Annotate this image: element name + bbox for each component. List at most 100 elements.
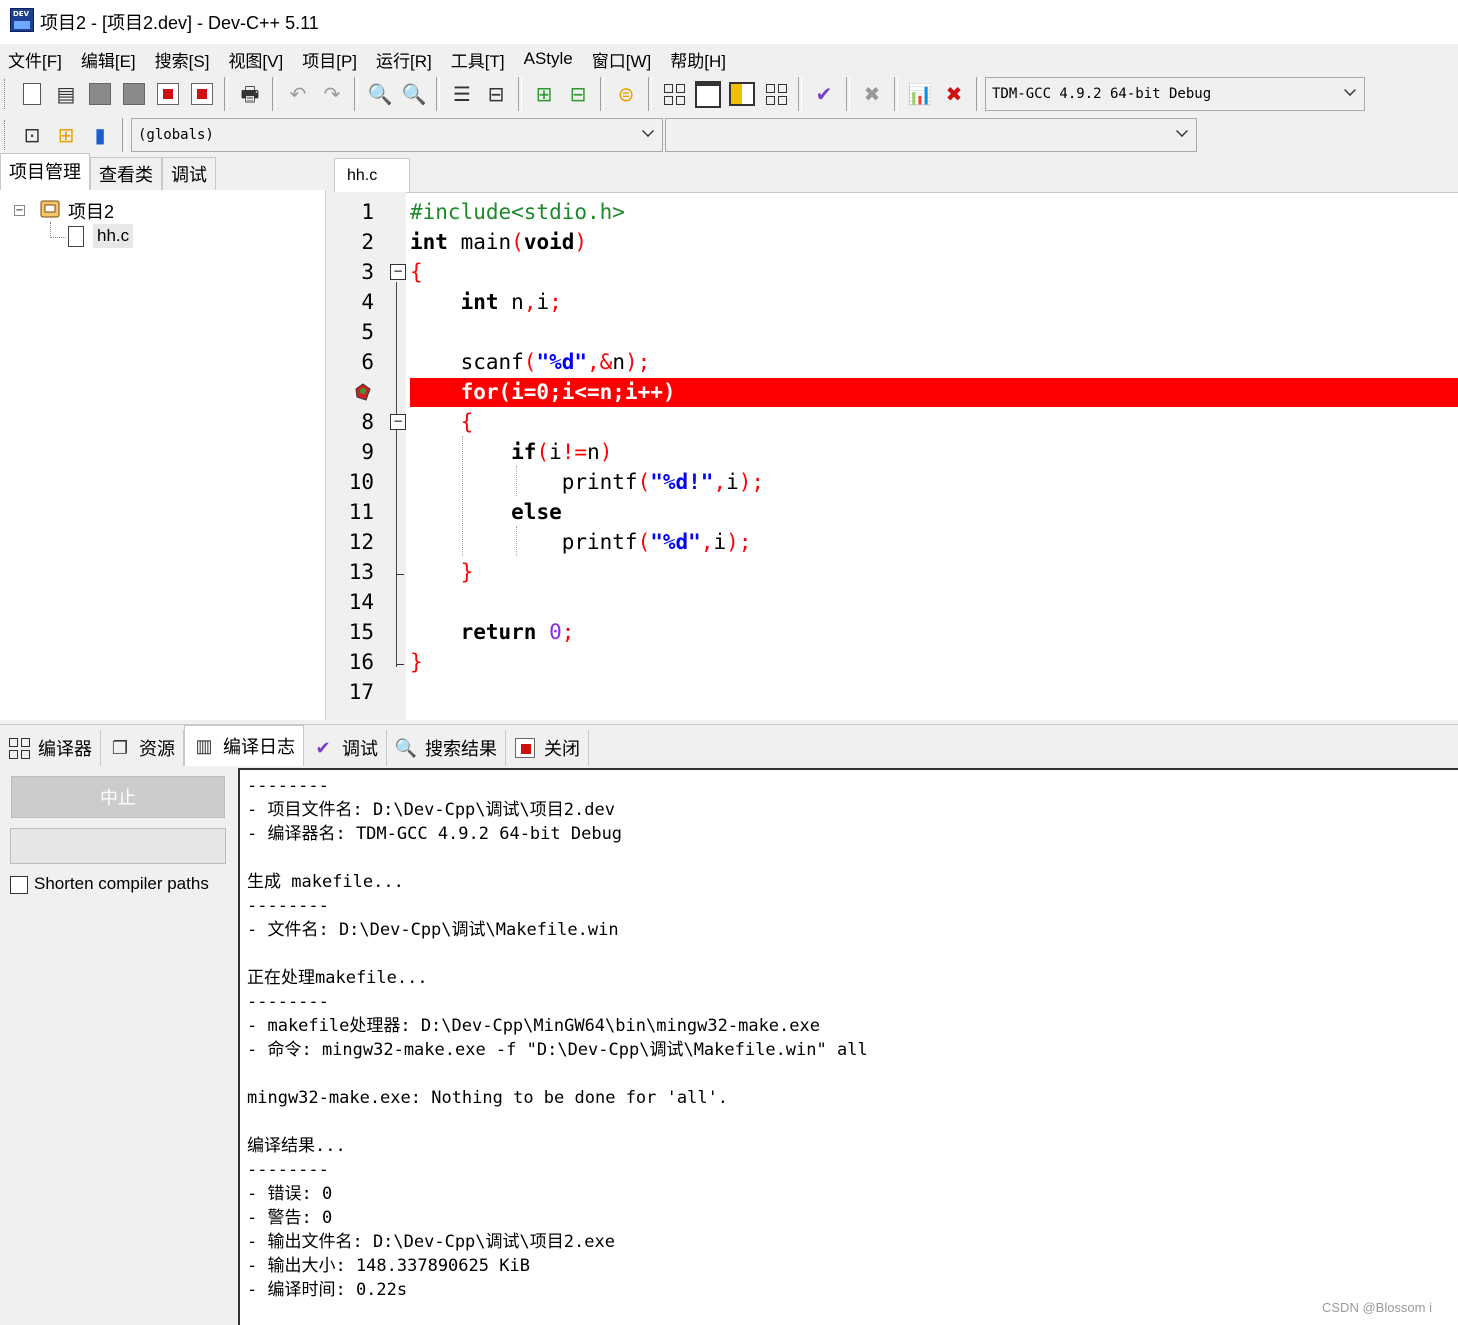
separator	[272, 77, 276, 111]
stop-button[interactable]: 中止	[11, 776, 225, 818]
close-file-button[interactable]	[154, 80, 182, 108]
tree-file-label[interactable]: hh.c	[93, 224, 134, 248]
tab-close-label: 关闭	[544, 739, 580, 759]
print-button[interactable]: 🖶	[236, 80, 264, 108]
compile-run-icon	[729, 82, 755, 106]
debug-button[interactable]: ✔	[810, 80, 838, 108]
tab-close[interactable]: 关闭	[506, 730, 589, 766]
delete-chart-icon: ✖	[945, 82, 963, 106]
scope-select-value: (globals)	[138, 127, 214, 143]
code-line-8: {	[460, 410, 474, 434]
separator	[436, 77, 440, 111]
editor-tab-hh-c[interactable]: hh.c	[334, 158, 410, 192]
tab-debug[interactable]: 调试	[162, 157, 216, 190]
toggle-bookmark-button[interactable]: ▮	[86, 121, 114, 149]
check-icon: ✔	[315, 737, 331, 758]
new-file-button[interactable]	[18, 80, 46, 108]
fold-toggle[interactable]: −	[390, 264, 406, 280]
collapse-icon[interactable]: −	[14, 205, 25, 216]
shorten-paths-label: Shorten compiler paths	[34, 874, 209, 893]
goto-declaration-button[interactable]: ⊡	[18, 121, 46, 149]
menu-edit[interactable]: 编辑[E]	[73, 47, 147, 72]
shorten-paths-checkbox[interactable]	[10, 876, 28, 894]
app-icon: DEV	[10, 8, 34, 32]
tree-connector	[50, 222, 66, 238]
separator	[846, 77, 850, 111]
breakpoint-icon[interactable]	[354, 383, 372, 401]
menu-search[interactable]: 搜索[S]	[147, 47, 221, 72]
close-all-icon	[191, 83, 213, 105]
window-title: 项目2 - [项目2.dev] - Dev-C++ 5.11	[40, 13, 319, 33]
tree-project-label[interactable]: 项目2	[68, 198, 114, 224]
log-line: - 编译时间: 0.22s	[247, 1280, 408, 1300]
undo-button[interactable]: ↶	[284, 80, 312, 108]
tab-debug-output[interactable]: ✔ 调试	[304, 730, 387, 766]
insert-button[interactable]: ⊞	[52, 121, 80, 149]
line-number: 4	[361, 290, 374, 314]
replace-icon: 🔍	[401, 82, 427, 106]
chevron-down-icon	[1176, 125, 1188, 137]
tab-project[interactable]: 项目管理	[0, 153, 90, 190]
tab-search-results[interactable]: 🔍 搜索结果	[387, 730, 506, 766]
tab-debug-label: 调试	[342, 739, 378, 759]
rebuild-icon	[765, 83, 787, 105]
menu-file[interactable]: 文件[F]	[0, 47, 73, 72]
scope-select[interactable]: (globals)	[131, 118, 663, 152]
profile-button[interactable]: 📊	[906, 80, 934, 108]
compiler-select-value: TDM-GCC 4.9.2 64-bit Debug	[992, 86, 1212, 102]
indent-button[interactable]: ☰	[448, 80, 476, 108]
toolbar-grip[interactable]	[4, 120, 9, 150]
line-number: 13	[348, 560, 374, 584]
bottom-panel-tabs: 编译器 ❐ 资源 ▥ 编译日志 ✔ 调试 🔍 搜索结果 关闭	[0, 724, 1458, 766]
code-line-11: else	[511, 500, 562, 524]
menu-run[interactable]: 运行[R]	[368, 47, 443, 72]
line-number: 2	[361, 230, 374, 254]
unindent-button[interactable]: ⊟	[482, 80, 510, 108]
rebuild-all-button[interactable]	[762, 80, 790, 108]
project-options-button[interactable]: ⊜	[612, 80, 640, 108]
separator	[798, 77, 802, 111]
close-file-icon	[157, 83, 179, 105]
log-line: mingw32-make.exe: Nothing to be done for…	[247, 1088, 729, 1108]
compile-button[interactable]	[660, 80, 688, 108]
run-button[interactable]	[694, 80, 722, 108]
menu-astyle[interactable]: AStyle	[516, 49, 584, 69]
tab-compiler-label: 编译器	[38, 739, 92, 759]
find-button[interactable]: 🔍	[366, 80, 394, 108]
symbol-select[interactable]	[665, 118, 1197, 152]
menu-view[interactable]: 视图[V]	[220, 47, 294, 72]
separator	[122, 118, 126, 152]
menu-tools[interactable]: 工具[T]	[443, 47, 516, 72]
code-line-4: int n,i;	[460, 290, 562, 314]
menu-project[interactable]: 项目[P]	[294, 47, 368, 72]
compile-progress-bar	[10, 828, 226, 864]
log-line: - 警告: 0	[247, 1208, 333, 1228]
save-all-button[interactable]	[120, 80, 148, 108]
tab-resources[interactable]: ❐ 资源	[101, 730, 184, 766]
menu-window[interactable]: 窗口[W]	[584, 47, 663, 72]
tab-classes[interactable]: 查看类	[90, 157, 162, 190]
save-button[interactable]	[86, 80, 114, 108]
unindent-icon: ⊟	[487, 82, 505, 106]
close-all-button[interactable]	[188, 80, 216, 108]
menu-help[interactable]: 帮助[H]	[662, 47, 737, 72]
file-icon	[68, 226, 84, 247]
open-button[interactable]: ▤	[52, 80, 80, 108]
redo-button[interactable]: ↷	[318, 80, 346, 108]
add-to-project-button[interactable]: ⊞	[530, 80, 558, 108]
replace-button[interactable]: 🔍	[400, 80, 428, 108]
compiler-select[interactable]: TDM-GCC 4.9.2 64-bit Debug	[985, 77, 1365, 111]
compile-run-button[interactable]	[728, 80, 756, 108]
fold-toggle[interactable]: −	[390, 414, 406, 430]
tab-compiler[interactable]: 编译器	[0, 730, 101, 766]
toolbar-grip[interactable]	[4, 79, 9, 109]
tab-compile-log[interactable]: ▥ 编译日志	[184, 725, 304, 766]
delete-profile-button[interactable]: ✖	[940, 80, 968, 108]
find-icon: 🔍	[367, 82, 393, 106]
compile-log[interactable]: -------- - 项目文件名: D:\Dev-Cpp\调试\项目2.dev …	[238, 768, 1458, 1325]
remove-from-project-button[interactable]: ⊟	[564, 80, 592, 108]
line-number: 9	[361, 440, 374, 464]
main-toolbar: ▤ 🖶 ↶ ↷ 🔍 🔍 ☰ ⊟ ⊞ ⊟ ⊜ ✔ ✖ 📊 ✖ TDM-GCC 4.…	[0, 74, 1410, 114]
stop-execution-button[interactable]: ✖	[858, 80, 886, 108]
